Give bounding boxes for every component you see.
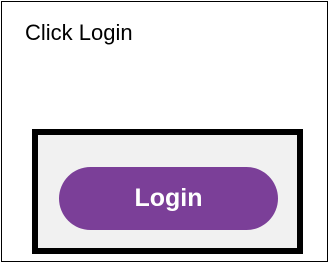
instruction-panel: Click Login Login	[1, 1, 328, 262]
login-button[interactable]: Login	[59, 167, 278, 230]
highlight-frame: Login	[32, 129, 303, 254]
instruction-text: Click Login	[25, 20, 133, 45]
